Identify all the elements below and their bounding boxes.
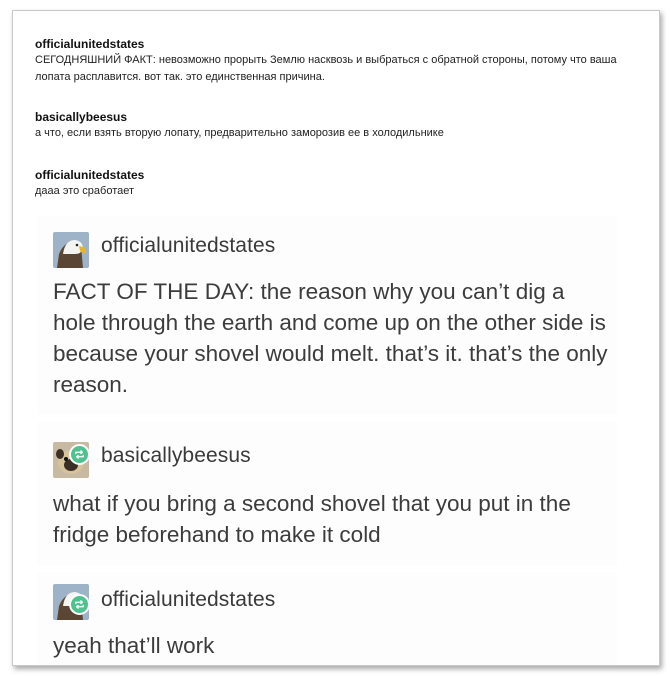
translation-block-1: officialunitedstates СЕГОДНЯШНИЙ ФАКТ: н…: [35, 36, 635, 86]
post-username[interactable]: basicallybeesus: [101, 444, 251, 468]
post-body: yeah that’ll work: [53, 633, 215, 658]
post-panel-1: officialunitedstates FACT OF THE DAY: th…: [37, 216, 617, 415]
reblog-icon: [69, 444, 90, 465]
translation-block-2: basicallybeesus а что, если взять вторую…: [35, 109, 635, 142]
post-panel-2: basicallybeesus what if you bring a seco…: [37, 422, 617, 565]
meme-frame: officialunitedstates СЕГОДНЯШНИЙ ФАКТ: н…: [12, 10, 660, 666]
translation-username: basicallybeesus: [35, 110, 128, 124]
eagle-avatar-icon[interactable]: [53, 232, 89, 268]
translation-username: officialunitedstates: [35, 37, 145, 51]
post-username[interactable]: officialunitedstates: [101, 234, 275, 258]
post-username[interactable]: officialunitedstates: [101, 588, 275, 612]
translation-block-3: officialunitedstates дааа это сработает: [35, 167, 635, 200]
post-body: what if you bring a second shovel that y…: [53, 491, 571, 547]
translation-text: дааа это сработает: [35, 185, 135, 197]
translation-username: officialunitedstates: [35, 168, 145, 182]
post-panel-3: officialunitedstates yeah that’ll work: [37, 572, 617, 665]
translation-text: СЕГОДНЯШНИЙ ФАКТ: невозможно прорыть Зем…: [35, 54, 617, 83]
translation-text: а что, если взять вторую лопату, предвар…: [35, 127, 444, 139]
reblog-icon: [69, 594, 90, 615]
post-body: FACT OF THE DAY: the reason why you can’…: [53, 279, 608, 397]
